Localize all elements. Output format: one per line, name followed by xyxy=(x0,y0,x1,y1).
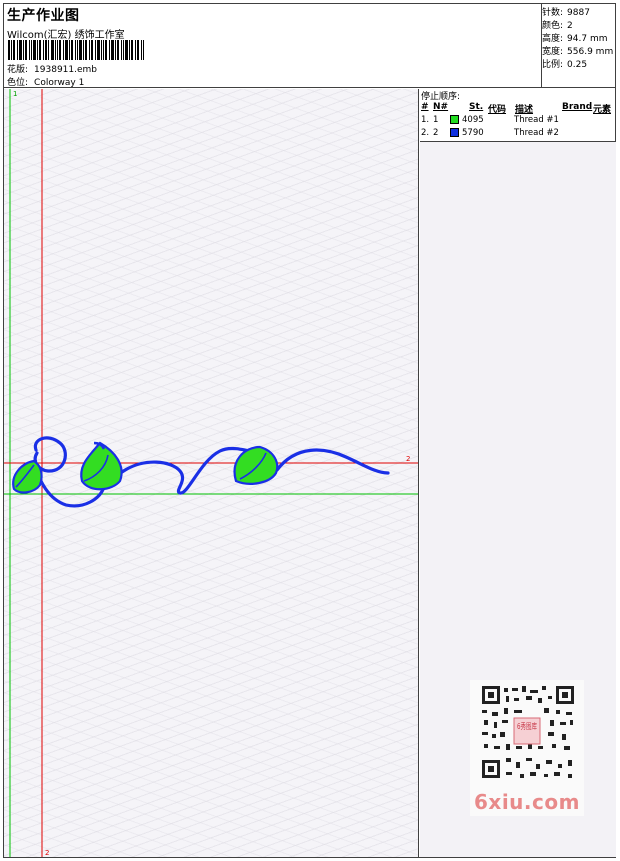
design-file-value: 1938911.emb xyxy=(34,65,98,75)
canvas-marker-bottom: 2 xyxy=(45,849,49,857)
stat-colors: 颜色: 2 xyxy=(542,18,573,31)
thread-color-swatch xyxy=(450,128,459,137)
stat-stitches: 针数: 9887 xyxy=(542,5,590,18)
canvas-marker-right: 2 xyxy=(406,455,410,463)
stat-scale: 比例: 0.25 xyxy=(542,57,587,70)
stat-scale-label: 比例: xyxy=(542,60,564,70)
stat-stitches-value: 9887 xyxy=(567,8,590,18)
stop-row-code: 4095 xyxy=(462,115,484,125)
stop-row-description: Thread #2 xyxy=(514,128,559,138)
column-header-stitch: St. xyxy=(469,102,484,112)
leaf-2 xyxy=(80,441,123,491)
leaf-3 xyxy=(233,445,279,485)
stop-row-description: Thread #1 xyxy=(514,115,559,125)
stop-row-code: 5790 xyxy=(462,128,484,138)
stop-row-index: 2. xyxy=(421,128,430,138)
leaf-1 xyxy=(12,459,43,494)
design-stats: 针数: 9887 颜色: 2 高度: 94.7 mm 宽度: 556.9 mm 比例: 0… xyxy=(542,4,615,88)
stat-scale-value: 0.25 xyxy=(567,60,588,70)
stat-height-value: 94.7 mm xyxy=(567,34,608,44)
barcode xyxy=(8,40,144,60)
column-header-description: 描述 xyxy=(515,105,534,115)
colorway-line: 色位: Colorway 1 xyxy=(7,75,84,88)
column-header-brand: Brand xyxy=(562,102,593,112)
column-header-needle: N# xyxy=(433,102,449,112)
thread-color-swatch xyxy=(450,115,459,124)
design-file-label: 花版: xyxy=(7,65,29,75)
colorway-label: 色位: xyxy=(7,78,29,88)
stat-colors-value: 2 xyxy=(567,21,573,31)
header-info: 生产作业图 Wilcom(汇宏) 绣饰工作室 花版: 1938911.emb 色位… xyxy=(4,4,542,88)
column-header-code: 代码 xyxy=(488,105,507,115)
colorway-value: Colorway 1 xyxy=(34,78,85,88)
design-preview: 1 2 2 xyxy=(4,89,418,857)
stop-row-needle: 1 xyxy=(433,115,439,125)
stat-width: 宽度: 556.9 mm xyxy=(542,44,613,57)
qr-code: 6秀图库 xyxy=(482,686,574,778)
design-canvas[interactable]: 1 2 2 xyxy=(4,89,419,857)
page-title: 生产作业图 xyxy=(7,8,80,24)
stat-width-value: 556.9 mm xyxy=(567,47,614,57)
stat-width-label: 宽度: xyxy=(542,47,564,57)
column-header-index: # xyxy=(421,102,429,112)
canvas-marker-top: 1 xyxy=(13,90,17,98)
studio-name: Wilcom(汇宏) 绣饰工作室 xyxy=(7,30,125,41)
stop-sequence-heading: 停止顺序: xyxy=(421,92,461,102)
stop-row-needle: 2 xyxy=(433,128,439,138)
column-header-element: 元素 xyxy=(593,105,612,115)
stop-row-index: 1. xyxy=(421,115,430,125)
stop-sequence-panel: 停止顺序: # N# St. 代码 描述 Brand 元素 1. 1 4095 … xyxy=(420,89,616,142)
site-watermark: 6xiu.com xyxy=(474,790,580,814)
stat-height: 高度: 94.7 mm xyxy=(542,31,607,44)
qr-badge-text: 6秀图库 xyxy=(517,721,537,731)
design-file-line: 花版: 1938911.emb xyxy=(7,62,97,75)
stat-stitches-label: 针数: xyxy=(542,8,564,18)
stat-height-label: 高度: xyxy=(542,34,564,44)
stat-colors-label: 颜色: xyxy=(542,21,564,31)
